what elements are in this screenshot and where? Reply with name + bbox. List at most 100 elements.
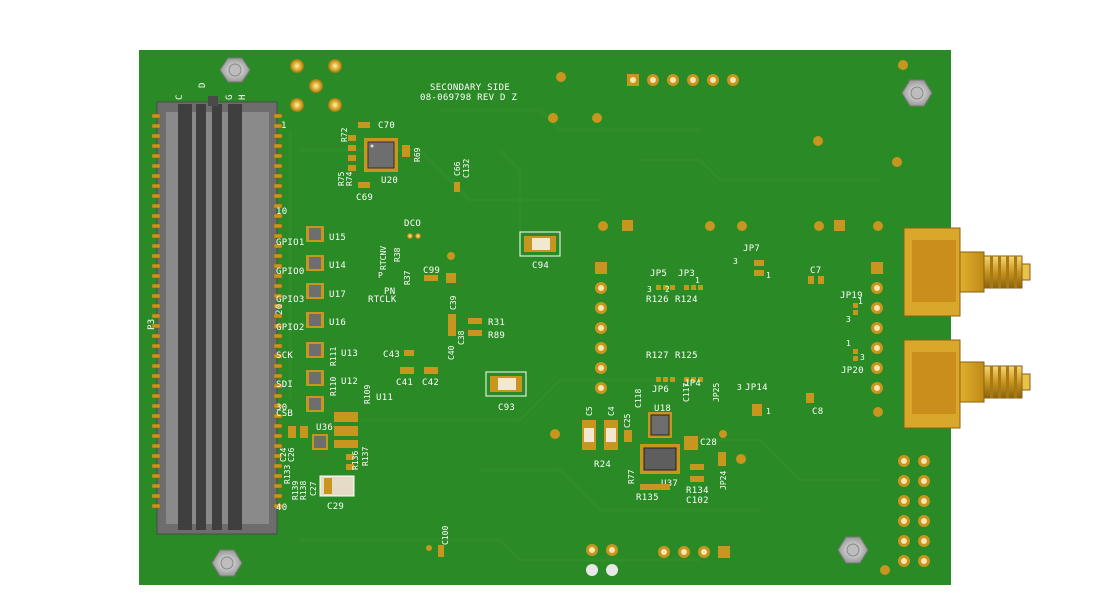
label-r109: R109 <box>363 385 372 404</box>
signal-csb: CSB <box>276 409 293 419</box>
label-c118: C118 <box>634 389 643 408</box>
label-u14: U14 <box>329 261 346 271</box>
label-c94: C94 <box>532 261 549 271</box>
label-jp20: JP20 <box>841 366 864 376</box>
signal-gpio0: GPIO0 <box>276 267 305 277</box>
label-r111: R111 <box>329 347 338 366</box>
board-side-title: SECONDARY SIDE <box>430 83 510 93</box>
pin-label-1: 1 <box>281 121 287 131</box>
label-jp3: JP3 <box>678 269 695 279</box>
pcb-render: C D G H P3 1 10 20 30 40 SECONDARY SIDE … <box>139 50 1031 585</box>
label-r135: R135 <box>636 493 659 503</box>
via <box>447 252 455 260</box>
label-c29: C29 <box>327 502 344 512</box>
test-point-dco <box>407 233 413 239</box>
label-r31: R31 <box>488 318 505 328</box>
label-jp24: JP24 <box>719 471 728 490</box>
signal-gpio3: GPIO3 <box>276 295 305 305</box>
label-c117: C117 <box>682 383 691 402</box>
pin-number-1: 1 <box>695 276 700 285</box>
pin-number-1: 1 <box>766 271 771 280</box>
pad-r31 <box>468 318 482 324</box>
capacitor-c4 <box>604 420 618 450</box>
pin-number-3: 3 <box>733 257 738 266</box>
pad-square <box>834 220 845 231</box>
capacitor-c93 <box>485 371 527 397</box>
pin-number-1: 1 <box>766 407 771 416</box>
capacitor-c94 <box>519 231 561 257</box>
label-c102: C102 <box>686 496 709 506</box>
pin-number-3: 3 <box>846 315 851 324</box>
label-r134: R134 <box>686 486 709 496</box>
pad-c43 <box>404 350 414 356</box>
ic-u18 <box>648 412 672 438</box>
label-u17: U17 <box>329 290 346 300</box>
label-jp25: JP25 <box>712 383 721 402</box>
label-u12: U12 <box>341 377 358 387</box>
label-c93: C93 <box>498 403 515 413</box>
label-u13: U13 <box>341 349 358 359</box>
label-c132: C132 <box>462 159 471 178</box>
label-c8: C8 <box>812 407 823 417</box>
signal-sdi: SDI <box>276 380 293 390</box>
label-r24: R24 <box>594 460 611 470</box>
label-c7: C7 <box>810 266 821 276</box>
pad-c41 <box>400 367 414 374</box>
label-u20: U20 <box>381 176 398 186</box>
sma-connector-top <box>903 227 1031 317</box>
connector-ref: P3 <box>147 319 157 330</box>
label-r138: R138 <box>299 481 308 500</box>
pad-c28 <box>684 436 698 450</box>
label-r125: R125 <box>675 351 698 361</box>
label-r137: R137 <box>361 447 370 466</box>
label-c100: C100 <box>441 526 450 545</box>
ic-u36 <box>312 434 328 450</box>
label-c28: C28 <box>700 438 717 448</box>
pad-c100 <box>438 545 444 557</box>
signal-rtclk: RTCLK <box>368 295 397 305</box>
signal-gpio1: GPIO1 <box>276 238 305 248</box>
label-u36: U36 <box>316 423 333 433</box>
label-r37: R37 <box>403 270 412 285</box>
pad-c25 <box>624 430 632 442</box>
pin-number-1: 1 <box>846 339 851 348</box>
capacitor-c5 <box>582 420 596 450</box>
ic-u20 <box>364 138 398 172</box>
label-c69: C69 <box>356 193 373 203</box>
label-c27: C27 <box>309 481 318 496</box>
pin-number-3: 3 <box>647 285 652 294</box>
pad-via-square <box>446 273 456 283</box>
label-r126: R126 <box>646 295 669 305</box>
label-u11: U11 <box>376 393 393 403</box>
label-r74: R74 <box>345 171 354 186</box>
pin-number-1: 1 <box>858 297 863 306</box>
pin-label-20: 20 <box>275 304 285 315</box>
label-c25: C25 <box>623 413 632 428</box>
via <box>426 545 432 551</box>
pad-c42 <box>424 367 438 374</box>
label-r124: R124 <box>675 295 698 305</box>
label-c26: C26 <box>287 447 296 462</box>
connector-label-h: H <box>238 94 248 100</box>
pin-label-40: 40 <box>276 503 287 513</box>
board-part-number: 08-069798 REV D Z <box>420 93 517 103</box>
label-c43: C43 <box>383 350 400 360</box>
capacitor-c29 <box>319 475 355 497</box>
signal-rtcnv: RTCNV <box>379 246 388 270</box>
pad-r89 <box>468 330 482 336</box>
pin-number-3: 3 <box>860 353 865 362</box>
label-r77: R77 <box>627 469 636 484</box>
pin-number-3: 3 <box>737 383 742 392</box>
label-r89: R89 <box>488 331 505 341</box>
label-c40: C40 <box>447 345 456 360</box>
connector-label-c: C <box>175 94 185 100</box>
connector-label-g: G <box>225 94 235 100</box>
connector-label-d: D <box>198 82 208 88</box>
signal-gpio2: GPIO2 <box>276 323 305 333</box>
pin-label-10: 10 <box>276 207 287 217</box>
label-r110: R110 <box>329 377 338 396</box>
label-c5: C5 <box>585 406 594 416</box>
test-point-dco <box>415 233 421 239</box>
pad-c40 <box>448 314 456 336</box>
label-jp6: JP6 <box>652 385 669 395</box>
